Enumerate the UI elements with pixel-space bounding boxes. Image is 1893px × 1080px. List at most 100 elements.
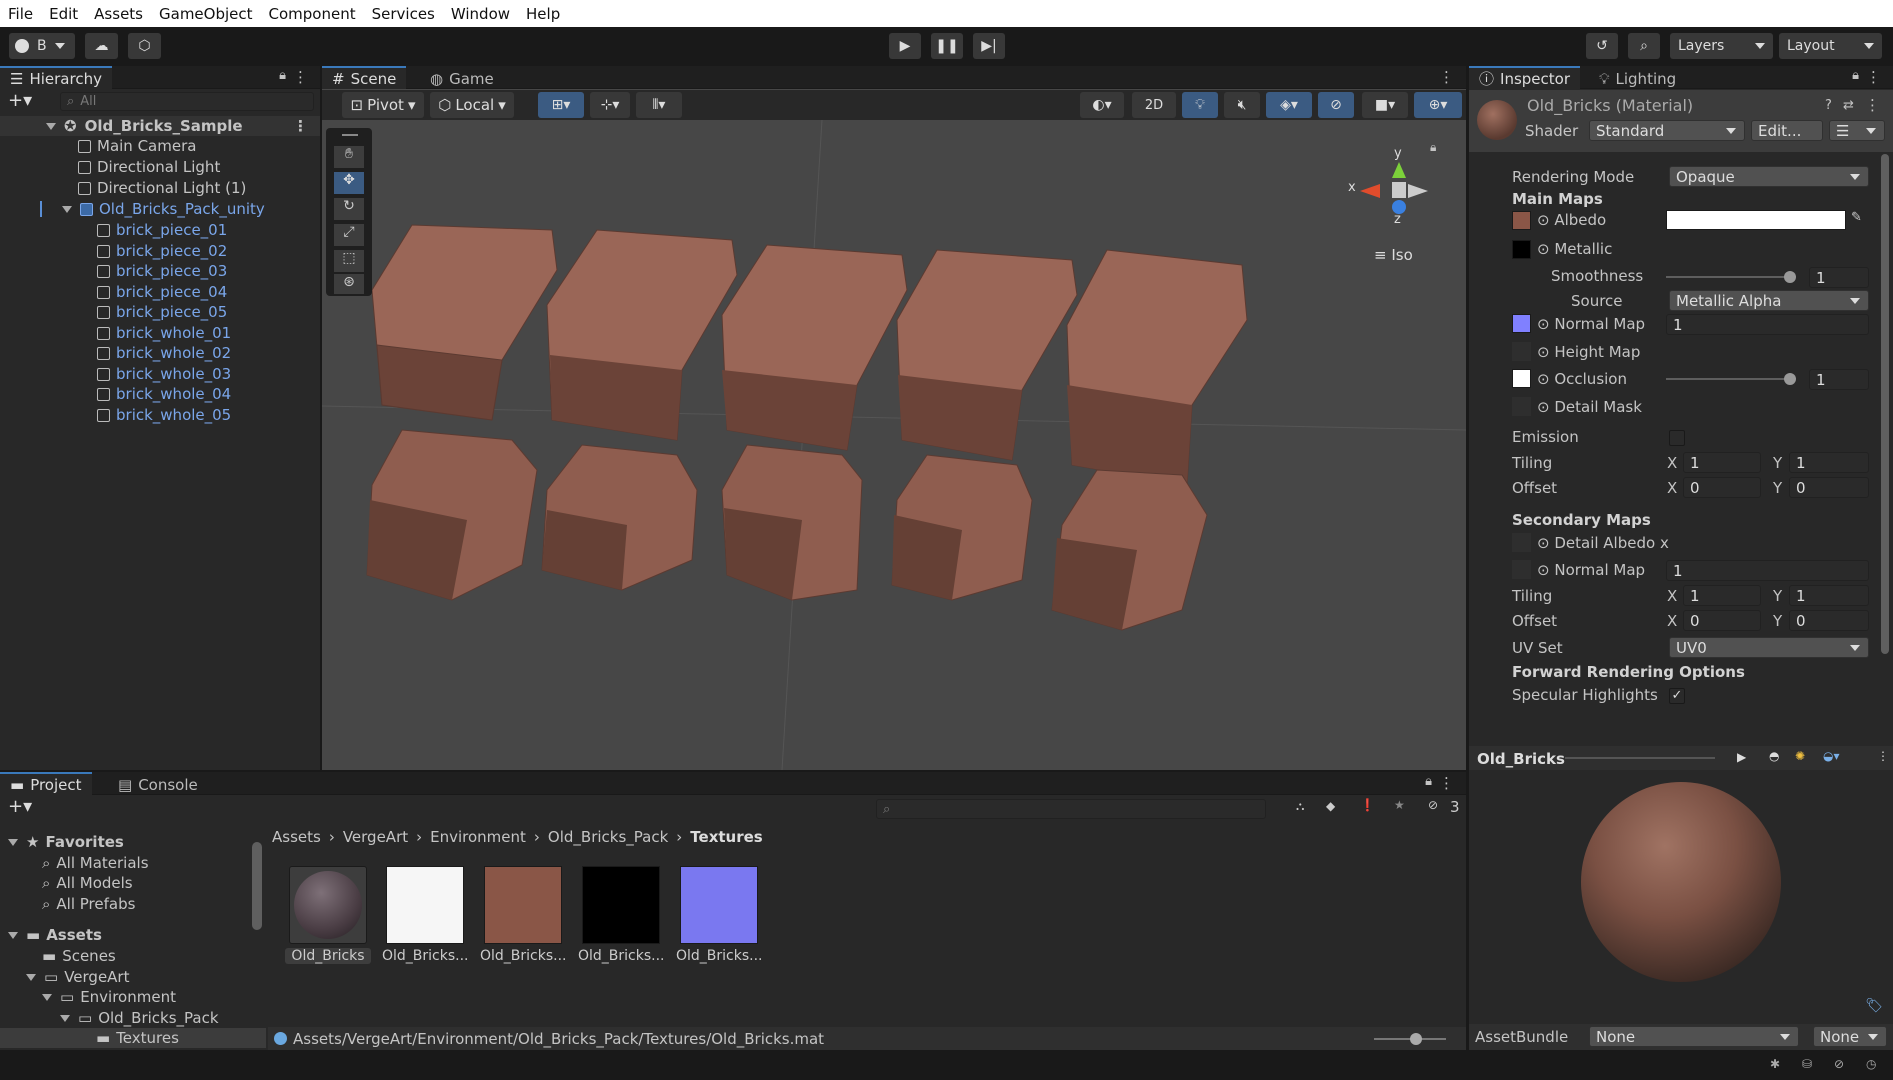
grid-snap-button[interactable]: ⊞▾: [538, 92, 584, 118]
folder-item-selected[interactable]: ▬ Textures: [0, 1028, 266, 1048]
toggle-2d-button[interactable]: 2D: [1132, 92, 1176, 118]
orientation-gizmo[interactable]: 🔒︎ y x z: [1342, 140, 1442, 240]
scene-viewport[interactable]: ✋︎ ✥ ↻ ⤢ ⬚ ⊛ 🔒︎ y x z ≡ Iso: [322, 120, 1466, 770]
more-icon[interactable]: ⋮: [1877, 749, 1889, 763]
progress-icon[interactable]: ◷: [1866, 1057, 1876, 1071]
metallic-swatch[interactable]: [1512, 240, 1531, 259]
asset-thumbnail-texture[interactable]: [680, 866, 758, 944]
breadcrumb-item-current[interactable]: Textures: [690, 828, 762, 846]
menu-edit[interactable]: Edit: [41, 5, 86, 23]
offset2-y-field[interactable]: 0: [1789, 610, 1869, 631]
shading-dropdown[interactable]: ◐▾: [1080, 92, 1124, 118]
play-icon[interactable]: ▶: [1737, 750, 1746, 764]
source-dropdown[interactable]: Metallic Alpha: [1669, 290, 1869, 311]
occlusion-slider-track[interactable]: [1666, 378, 1790, 380]
auto-generate-icon[interactable]: ⊘: [1834, 1057, 1844, 1071]
occlusion-slider-knob[interactable]: [1784, 373, 1796, 385]
tag-icon[interactable]: 🏷︎: [1865, 998, 1883, 1014]
search-by-type-icon[interactable]: ⛬: [1296, 799, 1304, 814]
menu-gameobject[interactable]: GameObject: [151, 5, 261, 23]
projection-toggle[interactable]: ≡ Iso: [1374, 246, 1413, 264]
secondary-normal-swatch[interactable]: [1512, 560, 1531, 579]
collab-button[interactable]: ⬡: [128, 33, 161, 59]
expand-icon[interactable]: [60, 1014, 70, 1022]
lock-icon[interactable]: 🔒︎: [1430, 140, 1436, 155]
hand-tool[interactable]: ✋︎: [334, 146, 364, 168]
menu-window[interactable]: Window: [443, 5, 518, 23]
play-button[interactable]: ▶: [889, 33, 921, 59]
cloud-button[interactable]: ☁: [85, 33, 118, 59]
asset-thumbnail-texture[interactable]: [386, 866, 464, 944]
hierarchy-item[interactable]: brick_piece_03: [0, 261, 320, 281]
occlusion-value-field[interactable]: 1: [1809, 369, 1869, 390]
more-icon[interactable]: ⋮: [1865, 96, 1880, 114]
tab-inspector[interactable]: ⓘ Inspector: [1469, 66, 1580, 89]
specular-checkbox[interactable]: ✓: [1669, 688, 1685, 704]
layout-dropdown[interactable]: Layout: [1779, 33, 1882, 59]
tab-hierarchy[interactable]: ☰ Hierarchy: [0, 66, 112, 89]
lock-icon[interactable]: 🔒︎: [1852, 68, 1859, 83]
offset-y-field[interactable]: 0: [1789, 477, 1869, 498]
more-icon[interactable]: ⋮: [1866, 68, 1881, 86]
expand-icon[interactable]: [62, 205, 72, 213]
favorite-item[interactable]: ⌕ All Materials: [0, 853, 266, 873]
breadcrumb-item[interactable]: Old_Bricks_Pack: [548, 828, 668, 846]
rendering-mode-dropdown[interactable]: Opaque: [1669, 166, 1869, 187]
hierarchy-item[interactable]: brick_piece_01: [0, 220, 320, 240]
hierarchy-search-input[interactable]: ⌕ All: [60, 92, 314, 111]
tiling-y-field[interactable]: 1: [1789, 452, 1869, 473]
add-icon[interactable]: +▾: [8, 90, 32, 111]
folder-item[interactable]: ▬ Scenes: [0, 946, 266, 966]
more-icon[interactable]: ⋮: [1439, 774, 1454, 792]
smoothness-slider-track[interactable]: [1666, 276, 1790, 278]
axis-x-cone[interactable]: [1360, 184, 1380, 198]
shape-dropdown-icon[interactable]: ◒▾: [1823, 749, 1840, 763]
hierarchy-scene-row[interactable]: ✪ Old_Bricks_Sample ⋮: [0, 116, 320, 136]
scale-tool[interactable]: ⤢: [334, 224, 364, 246]
preview-drag-handle[interactable]: [1565, 757, 1715, 759]
hierarchy-item[interactable]: Directional Light (1): [0, 178, 320, 198]
camera-dropdown[interactable]: ■▾: [1362, 92, 1408, 118]
hierarchy-item[interactable]: brick_whole_04: [0, 384, 320, 404]
menu-help[interactable]: Help: [518, 5, 568, 23]
tiling2-x-field[interactable]: 1: [1683, 585, 1761, 606]
rotate-tool[interactable]: ↻: [334, 198, 364, 220]
smoothness-value-field[interactable]: 1: [1809, 267, 1869, 288]
menu-services[interactable]: Services: [364, 5, 443, 23]
project-search-input[interactable]: ⌕: [876, 799, 1266, 819]
expand-icon[interactable]: [26, 973, 36, 981]
tiling2-y-field[interactable]: 1: [1789, 585, 1869, 606]
breadcrumb-item[interactable]: Environment: [430, 828, 526, 846]
tab-lighting[interactable]: 💡︎ Lighting: [1589, 66, 1686, 89]
assetbundle-variant-dropdown[interactable]: None: [1813, 1026, 1887, 1047]
uv-set-dropdown[interactable]: UV0: [1669, 637, 1869, 658]
local-dropdown[interactable]: ⬡ Local ▾: [430, 92, 514, 118]
pivot-dropdown[interactable]: ⊡ Pivot ▾: [342, 92, 424, 118]
eyedropper-icon[interactable]: ✎: [1851, 210, 1862, 225]
tiling-x-field[interactable]: 1: [1683, 452, 1761, 473]
expand-icon[interactable]: [8, 838, 18, 846]
lock-icon[interactable]: 🔒︎: [279, 68, 286, 83]
edit-shader-button[interactable]: Edit...: [1751, 120, 1823, 141]
hierarchy-item[interactable]: brick_whole_01: [0, 323, 320, 343]
star-icon[interactable]: ★: [1394, 798, 1405, 812]
offset2-x-field[interactable]: 0: [1683, 610, 1761, 631]
move-tool[interactable]: ✥: [334, 172, 364, 194]
tab-console[interactable]: ▤ Console: [108, 772, 208, 795]
tree-scrollbar[interactable]: [252, 842, 262, 930]
breadcrumb-item[interactable]: VergeArt: [343, 828, 408, 846]
hierarchy-item[interactable]: brick_piece_05: [0, 302, 320, 322]
visibility-toggle[interactable]: ⊘: [1318, 92, 1354, 118]
debug-icon[interactable]: ✱: [1770, 1057, 1780, 1071]
grid-increment-button[interactable]: ⊹▾: [590, 92, 630, 118]
sphere-icon[interactable]: ◓: [1769, 749, 1779, 763]
hierarchy-item[interactable]: brick_whole_05: [0, 405, 320, 425]
light-icon[interactable]: ✺: [1795, 749, 1805, 763]
normal-map-swatch[interactable]: [1512, 314, 1531, 333]
lock-icon[interactable]: 🔒︎: [1425, 774, 1432, 789]
folder-item[interactable]: ▭ VergeArt: [0, 967, 266, 987]
assets-row[interactable]: ▬ Assets: [0, 925, 266, 945]
detail-albedo-swatch[interactable]: [1512, 533, 1531, 552]
menu-assets[interactable]: Assets: [86, 5, 151, 23]
account-button[interactable]: B: [9, 33, 75, 59]
